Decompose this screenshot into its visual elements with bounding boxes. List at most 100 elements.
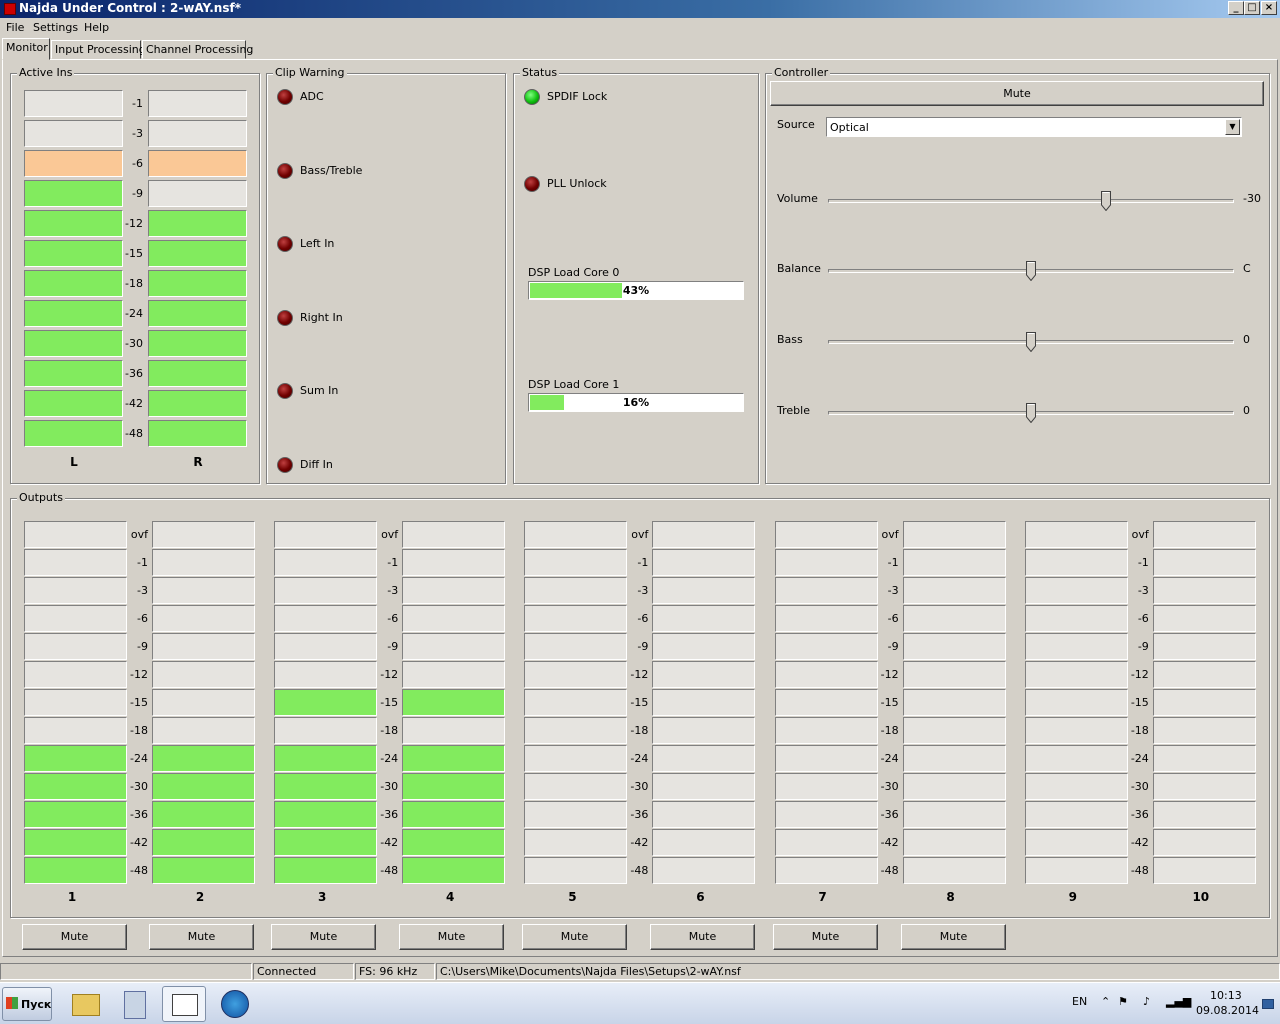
slider-thumb[interactable]: [1026, 261, 1036, 281]
output-mute-button[interactable]: Mute: [901, 924, 1006, 950]
output-mute-button[interactable]: Mute: [399, 924, 504, 950]
language-indicator[interactable]: EN: [1072, 995, 1087, 1008]
meter-cell: [402, 689, 506, 716]
meter-cell: [1024, 605, 1128, 632]
clock-date[interactable]: 09.08.2014: [1196, 1004, 1259, 1017]
output-mute-button[interactable]: Mute: [271, 924, 376, 950]
scale-tick: -24: [1130, 752, 1149, 765]
meter-cell: [152, 633, 255, 660]
meter-cell: [1152, 745, 1256, 772]
scale-tick: -30: [880, 780, 899, 793]
tab-channel-processing[interactable]: Channel Processing: [142, 40, 253, 59]
output-mute-button[interactable]: Mute: [773, 924, 878, 950]
output-mute-button[interactable]: Mute: [522, 924, 627, 950]
source-select[interactable]: Optical ▼: [826, 117, 1242, 137]
meter-cell: [902, 521, 1006, 548]
meter-cell: [774, 801, 878, 828]
network-icon[interactable]: ▂▄▆: [1166, 995, 1191, 1008]
scale-tick: -18: [125, 277, 143, 290]
tab-monitor[interactable]: Monitor: [2, 38, 50, 60]
file-path: C:\Users\Mike\Documents\Najda Files\Setu…: [436, 963, 1280, 980]
clip-led-label: Right In: [300, 310, 343, 324]
slider-thumb[interactable]: [1026, 403, 1036, 423]
meter-cell: [902, 801, 1006, 828]
slider-thumb[interactable]: [1026, 332, 1036, 352]
clock-time[interactable]: 10:13: [1210, 989, 1242, 1002]
menu-settings[interactable]: Settings: [33, 21, 78, 34]
meter-cell: [274, 801, 378, 828]
meter-cell: [902, 717, 1006, 744]
scale-tick: ovf: [631, 528, 649, 541]
meter-cell: [1024, 689, 1128, 716]
channel-label: 5: [568, 890, 577, 904]
meter-cell: [402, 801, 506, 828]
scale-tick: -1: [887, 556, 899, 569]
action-center-icon[interactable]: ⚑: [1118, 995, 1128, 1008]
chevron-down-icon[interactable]: ▼: [1225, 119, 1240, 135]
output-mute-button[interactable]: Mute: [149, 924, 254, 950]
calc-glyph-icon: [124, 991, 146, 1019]
meter-cell: [24, 150, 123, 177]
controller-mute-button[interactable]: Mute: [770, 81, 1264, 106]
scale-tick: -6: [132, 157, 143, 170]
meter-cell: [524, 773, 628, 800]
meter-cell: [402, 857, 506, 884]
tray-expand-icon[interactable]: ⌃: [1101, 995, 1110, 1008]
output-mute-button[interactable]: Mute: [22, 924, 127, 950]
scale-tick: -6: [387, 612, 399, 625]
menu-help[interactable]: Help: [84, 21, 109, 34]
output-mute-button[interactable]: Mute: [650, 924, 755, 950]
clip-led: [277, 236, 293, 252]
channel-label: R: [193, 455, 203, 469]
meter-cell: [24, 180, 123, 207]
scale-tick: -3: [1137, 584, 1149, 597]
show-desktop-icon[interactable]: [1262, 999, 1274, 1009]
explorer-icon[interactable]: [64, 986, 108, 1022]
meter-cell: [274, 717, 378, 744]
meter-cell: [1152, 857, 1256, 884]
meter-cell: [402, 633, 506, 660]
meter-cell: [1024, 773, 1128, 800]
meter-cell: [402, 717, 506, 744]
meter-cell: [24, 270, 123, 297]
minimize-button[interactable]: _: [1228, 1, 1244, 15]
meter-cell: [274, 661, 378, 688]
meter-cell: [902, 829, 1006, 856]
meter-cell: [1024, 577, 1128, 604]
scale-tick: -15: [130, 696, 148, 709]
start-button[interactable]: Пуск: [2, 987, 52, 1021]
slider-value: 0: [1243, 333, 1250, 346]
media-player-icon[interactable]: [213, 986, 257, 1022]
tab-input-processing[interactable]: Input Processing: [51, 40, 146, 59]
najda-app-icon[interactable]: [162, 986, 206, 1022]
maximize-button[interactable]: □: [1244, 1, 1260, 15]
menu-file[interactable]: File: [6, 21, 24, 34]
meter-cell: [652, 633, 756, 660]
slider-track[interactable]: [828, 199, 1234, 203]
title-bar[interactable]: Najda Under Control : 2-wAY.nsf* _ □ ×: [0, 0, 1280, 18]
meter-cell: [24, 300, 123, 327]
slider-thumb[interactable]: [1101, 191, 1112, 211]
meter-cell: [402, 549, 506, 576]
meter-cell: [902, 661, 1006, 688]
channel-label: 2: [195, 890, 205, 904]
meter-cell: [1152, 801, 1256, 828]
meter-cell: [24, 661, 127, 688]
meter-cell: [524, 549, 628, 576]
meter-cell: [902, 773, 1006, 800]
meter-cell: [152, 549, 255, 576]
meter-cell: [274, 773, 378, 800]
meter-cell: [524, 661, 628, 688]
meter-cell: [24, 210, 123, 237]
meter-cell: [902, 605, 1006, 632]
volume-icon[interactable]: ♪: [1143, 995, 1150, 1008]
scale-tick: -12: [125, 217, 143, 230]
scale-tick: -36: [880, 808, 899, 821]
scale-tick: -15: [1130, 696, 1149, 709]
calculator-icon[interactable]: [113, 986, 157, 1022]
slider-label: Balance: [777, 262, 821, 275]
meter-cell: [902, 549, 1006, 576]
close-button[interactable]: ×: [1261, 1, 1277, 15]
meter-cell: [652, 745, 756, 772]
scale-tick: -30: [380, 780, 399, 793]
